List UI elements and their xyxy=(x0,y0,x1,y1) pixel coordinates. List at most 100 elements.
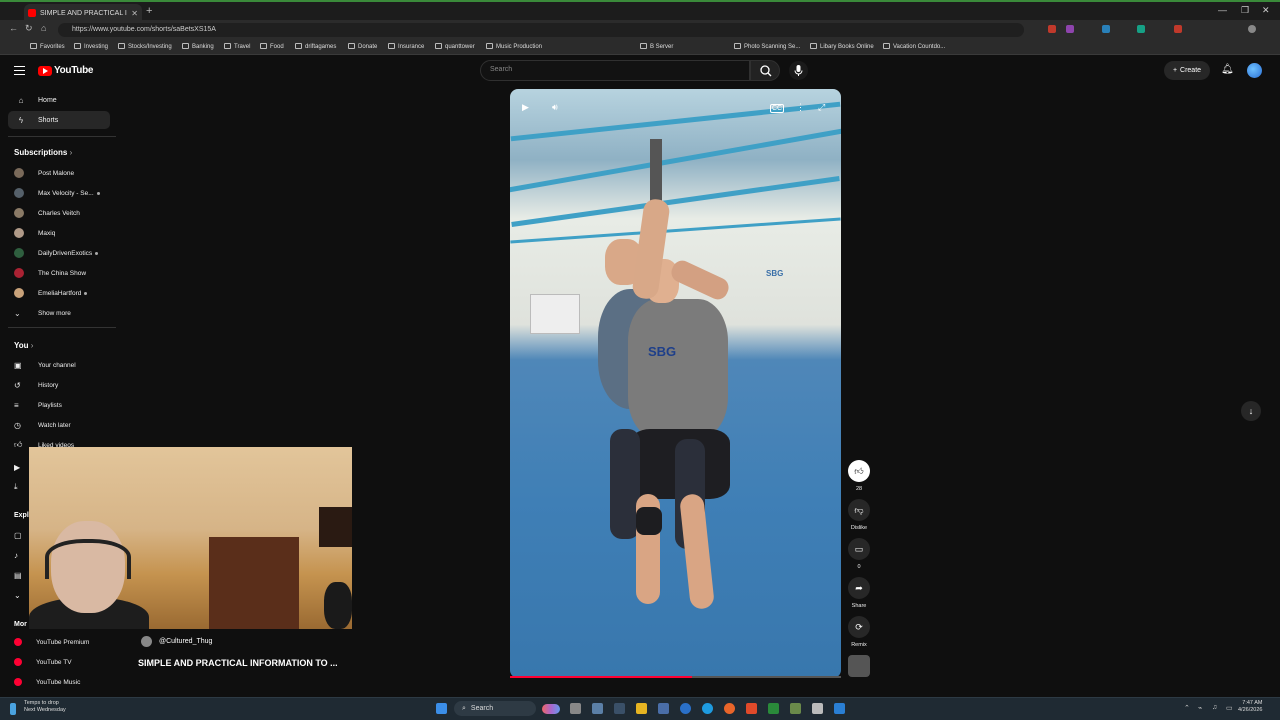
bookmark-photo-scanning[interactable]: Photo Scanning Se... xyxy=(734,43,800,50)
file-explorer-icon[interactable] xyxy=(636,703,647,714)
bookmark-quanttower[interactable]: quanttower xyxy=(435,43,475,50)
extension-icon[interactable] xyxy=(1048,25,1056,33)
create-button[interactable]: + Create xyxy=(1164,61,1210,80)
close-tab-icon[interactable]: ✕ xyxy=(131,9,138,18)
account-avatar[interactable] xyxy=(1247,63,1262,78)
profile-icon[interactable] xyxy=(1248,25,1256,33)
volume-icon[interactable]: 🔊︎ xyxy=(552,102,558,113)
chevron-down-icon[interactable]: ⌄ xyxy=(14,588,21,602)
firefox-icon[interactable] xyxy=(724,703,735,714)
speaker-icon[interactable]: ♫ xyxy=(1212,704,1217,711)
dislike-button[interactable]: 👎︎ Dislike xyxy=(848,499,870,531)
show-more-button[interactable]: ⌄ Show more xyxy=(14,306,71,320)
close-window-icon[interactable]: ✕ xyxy=(1262,5,1270,16)
back-icon[interactable]: ← xyxy=(9,23,18,33)
subscription-item[interactable]: Post Malone xyxy=(14,166,74,180)
bookmark-travel[interactable]: Travel xyxy=(224,43,250,50)
battery-icon[interactable]: ▭ xyxy=(1226,704,1233,712)
channel-thumbnail-button[interactable] xyxy=(848,655,870,677)
minimize-icon[interactable]: — xyxy=(1218,5,1227,15)
xbox-icon[interactable] xyxy=(768,703,779,714)
subscription-item[interactable]: Max Velocity - Se... xyxy=(14,186,100,200)
next-video-button[interactable]: ↓ xyxy=(1241,401,1261,421)
remix-button[interactable]: ⟳ Remix xyxy=(848,616,870,648)
bookmark-library-books[interactable]: Libary Books Online xyxy=(810,43,874,50)
extension-icon[interactable] xyxy=(1174,25,1182,33)
youtube-logo-text[interactable]: YouTube xyxy=(54,65,94,76)
sidebar-item-youtube-music[interactable]: YouTube Music xyxy=(14,675,80,689)
download-icon[interactable]: ⤓ xyxy=(14,480,18,494)
shorts-video-player[interactable]: SBG SBG xyxy=(510,89,841,678)
maximize-icon[interactable]: ❐ xyxy=(1241,5,1249,16)
sidebar-item-playlists[interactable]: ≡ Playlists xyxy=(14,398,62,412)
sidebar-item-shorts[interactable]: ϟ Shorts xyxy=(8,111,110,129)
extension-icon[interactable] xyxy=(1066,25,1074,33)
settings-gear-icon[interactable] xyxy=(592,703,603,714)
bookmark-vacation[interactable]: Vacation Countdo... xyxy=(883,43,945,50)
windows-start-icon[interactable] xyxy=(436,703,447,714)
app-icon[interactable] xyxy=(614,703,625,714)
youtube-logo-icon[interactable] xyxy=(38,66,52,76)
app-icon[interactable] xyxy=(680,703,691,714)
bookmark-driftagames[interactable]: driftagames xyxy=(295,43,336,50)
captions-icon[interactable]: CC xyxy=(770,104,785,113)
extension-icon[interactable] xyxy=(1137,25,1145,33)
brave-browser-icon[interactable] xyxy=(746,703,757,714)
comments-button[interactable]: ▭ 0 xyxy=(848,538,870,570)
bookmark-food[interactable]: Food xyxy=(260,43,284,50)
taskbar-search[interactable]: ⌕ Search xyxy=(454,701,536,716)
bookmark-stocks[interactable]: Stocks/Investing xyxy=(118,43,172,50)
fullscreen-icon[interactable]: ⤢ xyxy=(818,102,825,113)
sidebar-item-youtube-tv[interactable]: YouTube TV xyxy=(14,655,72,669)
home-icon[interactable]: ⌂ xyxy=(41,23,46,33)
copilot-icon[interactable] xyxy=(542,704,560,714)
search-input[interactable] xyxy=(480,60,750,81)
sidebar-item-history[interactable]: ↺ History xyxy=(14,378,58,392)
play-icon[interactable]: ▶ xyxy=(522,102,529,113)
new-tab-button[interactable]: + xyxy=(146,5,152,17)
bookmark-insurance[interactable]: Insurance xyxy=(388,43,424,50)
calculator-icon[interactable] xyxy=(658,703,669,714)
network-icon[interactable]: ⌁ xyxy=(1198,704,1202,712)
bookmark-favorites[interactable]: Favorites xyxy=(30,43,65,50)
channel-name[interactable]: @Cultured_Thug xyxy=(159,638,212,645)
bookmark-b-server[interactable]: B Server xyxy=(640,43,673,50)
sidebar-item-youtube-premium[interactable]: YouTube Premium xyxy=(14,635,89,649)
you-header[interactable]: You › xyxy=(14,341,33,350)
bookmark-banking[interactable]: Banking xyxy=(182,43,214,50)
subscription-item[interactable]: Maxiq xyxy=(14,226,55,240)
search-button[interactable] xyxy=(750,60,780,81)
tray-chevron-icon[interactable]: ⌃ xyxy=(1184,704,1190,712)
app-icon[interactable] xyxy=(834,703,845,714)
reload-icon[interactable]: ↻ xyxy=(25,23,33,34)
bookmark-investing[interactable]: Investing xyxy=(74,43,108,50)
video-title[interactable]: SIMPLE AND PRACTICAL INFORMATION TO ... xyxy=(138,658,338,668)
edge-browser-icon[interactable] xyxy=(702,703,713,714)
downloads-icon[interactable]: ▶ xyxy=(14,460,20,474)
subscription-item[interactable]: EmeliaHartford xyxy=(14,286,88,300)
music-icon[interactable]: ♪ xyxy=(14,548,18,562)
menu-icon[interactable] xyxy=(14,66,25,75)
bookmark-music-production[interactable]: Music Production xyxy=(486,43,542,50)
shopping-icon[interactable]: ▢ xyxy=(14,528,22,542)
subscription-item[interactable]: DailyDrivenExotics xyxy=(14,246,99,260)
movies-icon[interactable]: ▤ xyxy=(14,568,22,582)
system-clock[interactable]: 7:47 AM 4/26/2026 xyxy=(1238,700,1262,714)
channel-avatar[interactable] xyxy=(141,636,152,647)
notifications-bell-icon[interactable]: 🔔︎ xyxy=(1221,64,1234,75)
video-progress-bar[interactable] xyxy=(510,676,841,678)
subscriptions-header[interactable]: Subscriptions › xyxy=(14,148,72,157)
more-options-icon[interactable]: ⋮ xyxy=(796,102,805,113)
share-button[interactable]: ➦ Share xyxy=(848,577,870,609)
voice-search-button[interactable] xyxy=(789,61,808,80)
bookmark-donate[interactable]: Donate xyxy=(348,43,377,50)
sidebar-item-your-channel[interactable]: ▣ Your channel xyxy=(14,358,76,372)
sidebar-item-watch-later[interactable]: ◷ Watch later xyxy=(14,418,71,432)
subscription-item[interactable]: The China Show xyxy=(14,266,86,280)
extension-icon[interactable] xyxy=(1102,25,1110,33)
app-icon[interactable] xyxy=(790,703,801,714)
app-icon[interactable] xyxy=(812,703,823,714)
subscription-item[interactable]: Charles Veitch xyxy=(14,206,80,220)
task-view-icon[interactable] xyxy=(570,703,581,714)
like-button[interactable]: 👍︎ 28 xyxy=(848,460,870,492)
